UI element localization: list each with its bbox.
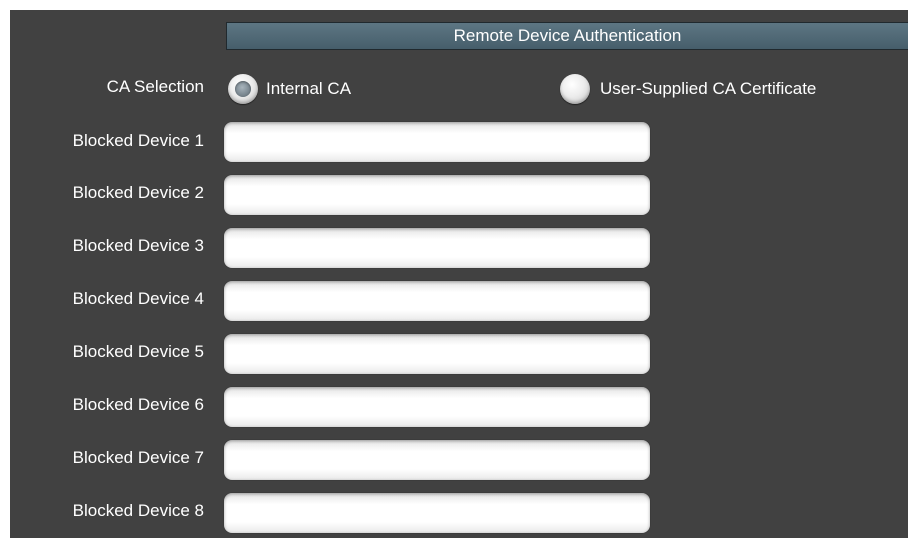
section-header: Remote Device Authentication [226, 22, 908, 50]
blocked-device-1-input[interactable] [224, 122, 650, 162]
blocked-device-7-label: Blocked Device 7 [72, 448, 204, 467]
blocked-device-1-label: Blocked Device 1 [72, 131, 204, 150]
blocked-device-8-input[interactable] [224, 493, 650, 533]
radio-internal-ca-label: Internal CA [266, 79, 352, 98]
blocked-device-3-input[interactable] [224, 228, 650, 268]
radio-user-supplied-ca-circle[interactable] [560, 74, 590, 104]
blocked-device-5-input[interactable] [224, 334, 650, 374]
blocked-device-6-label: Blocked Device 6 [72, 395, 204, 414]
blocked-device-4-input[interactable] [224, 281, 650, 321]
blocked-device-6-input[interactable] [224, 387, 650, 427]
blocked-device-8-label: Blocked Device 8 [72, 501, 204, 520]
radio-user-supplied-ca[interactable]: User-Supplied CA Certificate [560, 73, 816, 105]
radio-selected-dot-icon [235, 81, 251, 97]
blocked-device-3-label: Blocked Device 3 [72, 236, 204, 255]
settings-panel: Remote Device Authentication CA Selectio… [10, 10, 908, 538]
blocked-device-4-label: Blocked Device 4 [72, 289, 204, 308]
blocked-device-2-input[interactable] [224, 175, 650, 215]
ca-selection-label: CA Selection [106, 77, 204, 96]
radio-internal-ca-circle[interactable] [228, 74, 258, 104]
blocked-device-2-label: Blocked Device 2 [72, 183, 204, 202]
radio-internal-ca[interactable]: Internal CA [228, 73, 351, 105]
radio-user-supplied-ca-label: User-Supplied CA Certificate [600, 79, 817, 98]
blocked-device-7-input[interactable] [224, 440, 650, 480]
blocked-device-5-label: Blocked Device 5 [72, 342, 204, 361]
